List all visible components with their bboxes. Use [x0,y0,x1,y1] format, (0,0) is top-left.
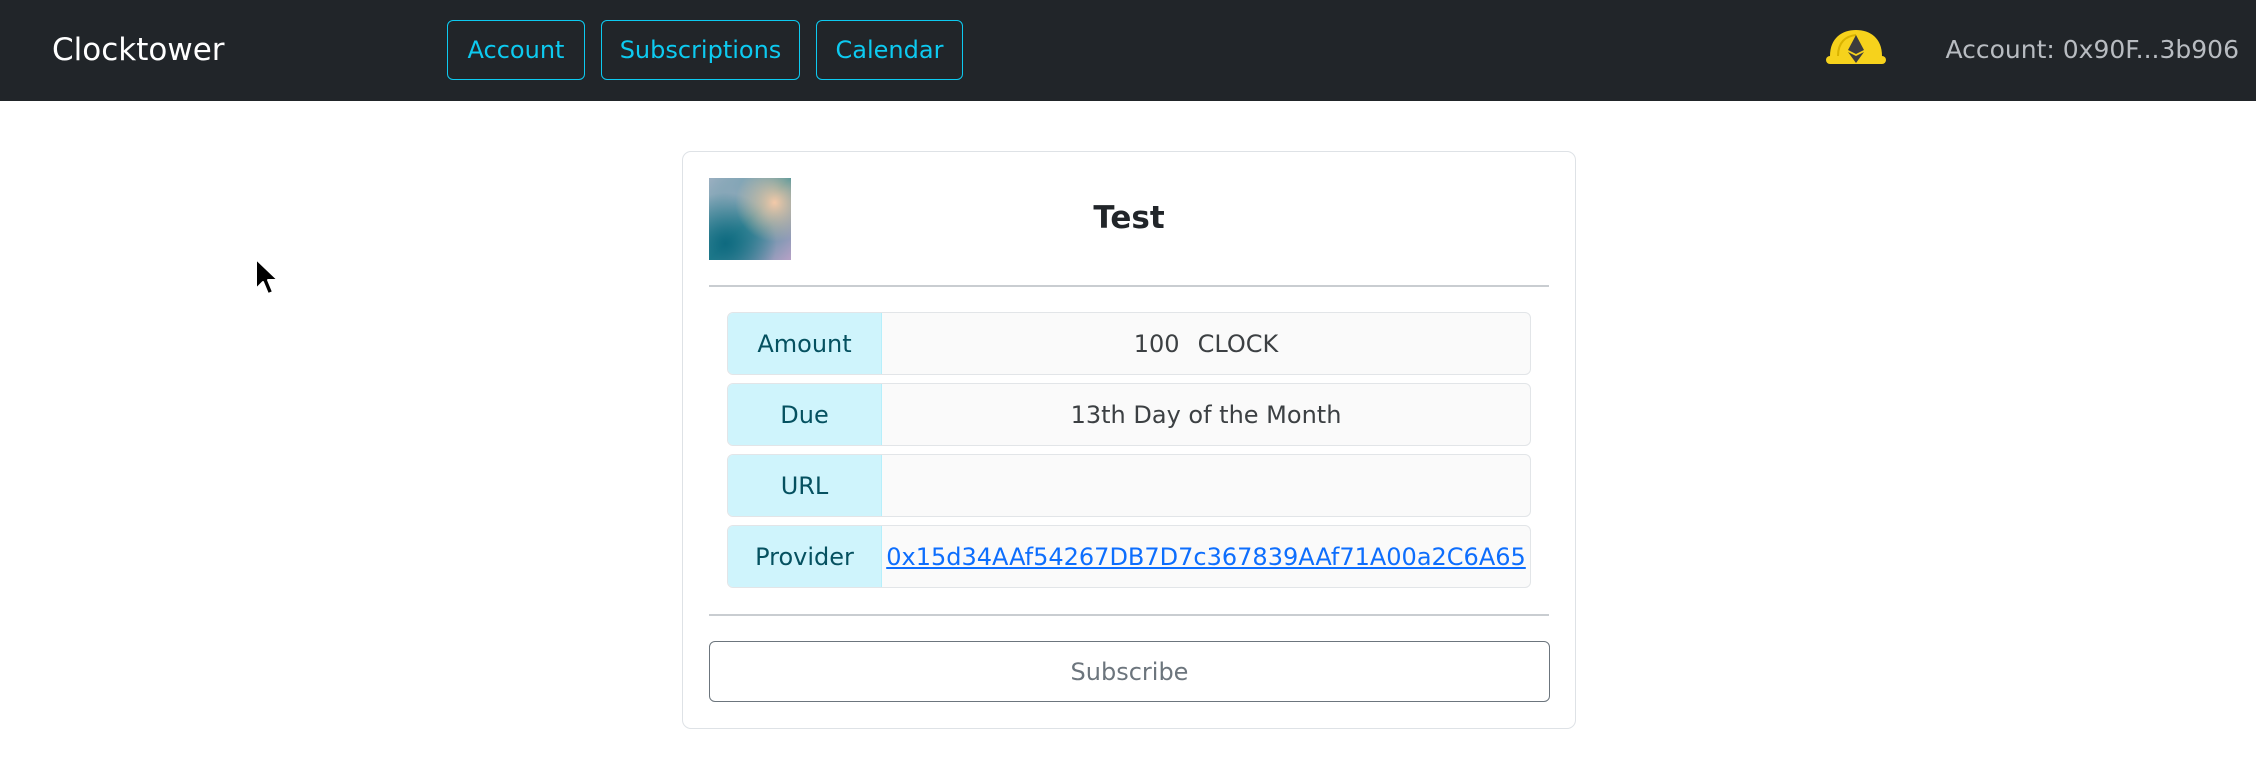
due-value: 13th Day of the Month [1070,400,1342,429]
detail-row-url: URL [727,454,1531,517]
provider-value-cell: 0x15d34AAf54267DB7D7c367839AAf71A00a2C6A… [882,526,1530,587]
amount-label: Amount [728,313,882,374]
top-navbar: Clocktower Account Subscriptions Calenda… [0,0,2256,101]
subscription-title: Test [1093,200,1165,236]
detail-row-due: Due 13th Day of the Month [727,383,1531,446]
brand-logo-text[interactable]: Clocktower [52,28,225,72]
detail-row-amount: Amount 100 CLOCK [727,312,1531,375]
detail-row-provider: Provider 0x15d34AAf54267DB7D7c367839AAf7… [727,525,1531,588]
nav-calendar-button[interactable]: Calendar [816,20,963,80]
amount-unit: CLOCK [1197,329,1279,358]
card-divider-bottom [709,614,1549,616]
subscribe-button[interactable]: Subscribe [709,641,1550,702]
card-divider-top [709,285,1549,287]
amount-value-cell: 100 CLOCK [882,313,1530,374]
amount-value: 100 [1133,329,1180,358]
nav-subscriptions-button[interactable]: Subscriptions [601,20,800,80]
url-label: URL [728,455,882,516]
account-address-label: Account: 0x90F...3b906 [1945,35,2239,64]
subscription-card: Test Amount 100 CLOCK Due 13th Day of th… [682,151,1576,729]
metamask-fox-icon[interactable] [1824,26,1888,74]
mouse-cursor-icon [254,257,280,297]
nav-account-button[interactable]: Account [447,20,585,80]
due-label: Due [728,384,882,445]
provider-address-link[interactable]: 0x15d34AAf54267DB7D7c367839AAf71A00a2C6A… [886,543,1526,571]
provider-label: Provider [728,526,882,587]
url-value [882,455,1530,516]
